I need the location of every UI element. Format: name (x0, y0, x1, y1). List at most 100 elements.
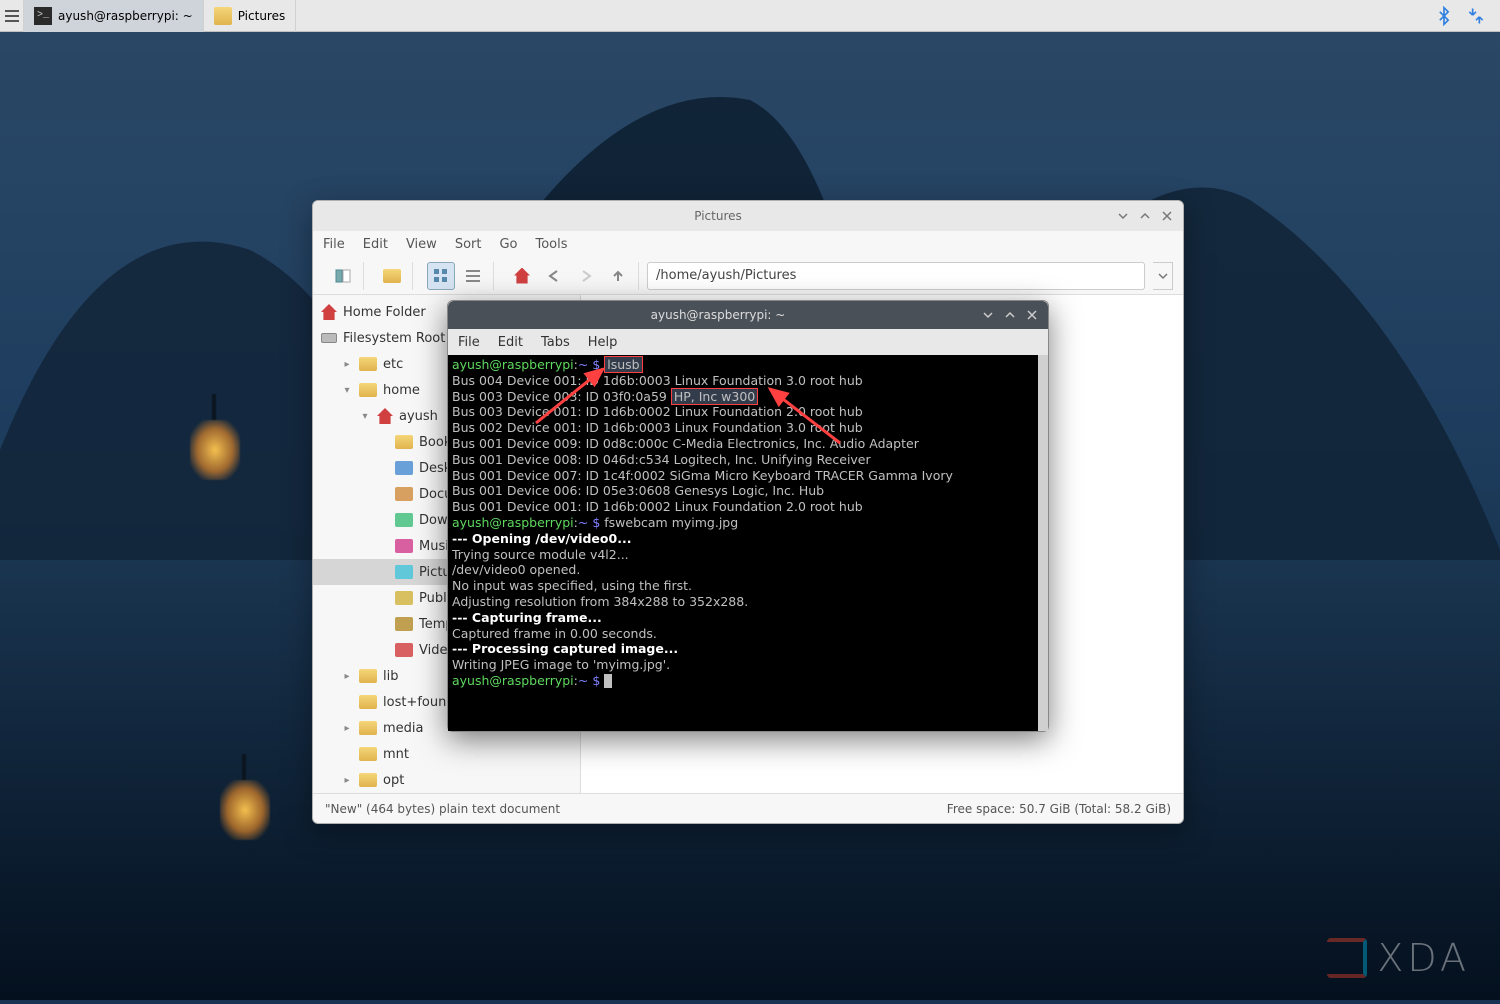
nav-forward-button[interactable] (572, 262, 600, 290)
folder-icon (395, 617, 413, 631)
terminal-line: No input was specified, using the first. (452, 578, 1044, 594)
folder-icon (395, 565, 413, 579)
fm-toolbar (313, 257, 1183, 295)
terminal-line: Bus 001 Device 007: ID 1c4f:0002 SiGma M… (452, 468, 1044, 484)
terminal-line: Bus 003 Device 001: ID 1d6b:0002 Linux F… (452, 404, 1044, 420)
nav-back-button[interactable] (540, 262, 568, 290)
nav-up-button[interactable] (604, 262, 632, 290)
fm-menubar: File Edit View Sort Go Tools (313, 231, 1183, 257)
xda-watermark: XDA (1327, 936, 1470, 980)
folder-icon (395, 591, 413, 605)
expand-toggle[interactable]: ▸ (341, 723, 353, 734)
folder-icon (395, 487, 413, 501)
expand-toggle[interactable]: ▸ (341, 671, 353, 682)
terminal-line: Bus 003 Device 003: ID 03f0:0a59 HP, Inc… (452, 389, 1044, 405)
fm-titlebar[interactable]: Pictures (313, 201, 1183, 231)
terminal-line: ayush@raspberrypi:~ $ lsusb (452, 357, 1044, 373)
term-menu-help[interactable]: Help (588, 335, 618, 350)
terminal-window: ayush@raspberrypi: ~ File Edit Tabs Help… (447, 300, 1049, 732)
folder-icon (395, 461, 413, 475)
term-menu-edit[interactable]: Edit (498, 335, 523, 350)
tree-item-label: ayush (399, 409, 438, 424)
terminal-line: --- Opening /dev/video0... (452, 531, 1044, 547)
term-minimize-button[interactable] (980, 307, 996, 323)
taskbar-pictures-entry[interactable]: Pictures (204, 0, 297, 32)
terminal-line: --- Capturing frame... (452, 610, 1044, 626)
tree-item-label: mnt (383, 747, 409, 762)
terminal-line: Trying source module v4l2... (452, 547, 1044, 563)
term-titlebar[interactable]: ayush@raspberrypi: ~ (448, 301, 1048, 329)
term-menubar: File Edit Tabs Help (448, 329, 1048, 355)
term-menu-tabs[interactable]: Tabs (541, 335, 570, 350)
taskbar-pictures-label: Pictures (238, 9, 286, 23)
chevron-down-icon (1158, 271, 1168, 281)
term-maximize-button[interactable] (1002, 307, 1018, 323)
terminal-line: Adjusting resolution from 384x288 to 352… (452, 594, 1044, 610)
terminal-line: Captured frame in 0.00 seconds. (452, 626, 1044, 642)
path-dropdown-button[interactable] (1153, 262, 1173, 290)
maximize-button[interactable] (1137, 208, 1153, 224)
terminal-line: ayush@raspberrypi:~ $ (452, 673, 1044, 689)
menu-icon (5, 9, 19, 23)
fm-menu-edit[interactable]: Edit (363, 237, 388, 252)
fm-menu-sort[interactable]: Sort (455, 237, 482, 252)
folder-icon (359, 383, 377, 397)
taskbar-terminal-label: ayush@raspberrypi: ~ (58, 9, 193, 23)
folder-icon (359, 669, 377, 683)
terminal-line: ayush@raspberrypi:~ $ fswebcam myimg.jpg (452, 515, 1044, 531)
folder-icon (359, 721, 377, 735)
folder-icon (395, 539, 413, 553)
app-menu-button[interactable] (0, 0, 24, 32)
sidebar-toggle-button[interactable] (329, 262, 357, 290)
expand-toggle[interactable]: ▾ (341, 385, 353, 396)
tree-item-label: opt (383, 773, 404, 788)
tree-item-label: lost+found (383, 695, 455, 710)
taskbar-terminal-entry[interactable]: >_ ayush@raspberrypi: ~ (24, 0, 204, 32)
expand-toggle[interactable]: ▸ (341, 359, 353, 370)
term-menu-file[interactable]: File (458, 335, 480, 350)
list-view-button[interactable] (459, 262, 487, 290)
terminal-line: Bus 001 Device 009: ID 0d8c:000c C-Media… (452, 436, 1044, 452)
minimize-button[interactable] (1115, 208, 1131, 224)
folder-icon (359, 357, 377, 371)
term-close-button[interactable] (1024, 307, 1040, 323)
folder-icon (395, 435, 413, 449)
fm-menu-file[interactable]: File (323, 237, 345, 252)
expand-toggle[interactable]: ▾ (359, 411, 371, 422)
fm-menu-go[interactable]: Go (499, 237, 517, 252)
close-button[interactable] (1159, 208, 1175, 224)
fm-menu-tools[interactable]: Tools (536, 237, 568, 252)
tree-item-label: lib (383, 669, 398, 684)
bluetooth-icon[interactable] (1434, 6, 1454, 26)
terminal-line: Writing JPEG image to 'myimg.jpg'. (452, 657, 1044, 673)
icon-view-button[interactable] (427, 262, 455, 290)
network-icon[interactable] (1466, 6, 1486, 26)
folder-icon (214, 7, 232, 25)
terminal-output[interactable]: ayush@raspberrypi:~ $ lsusbBus 004 Devic… (448, 355, 1048, 731)
terminal-line: Bus 001 Device 008: ID 046d:c534 Logitec… (452, 452, 1044, 468)
nav-home-button[interactable] (508, 262, 536, 290)
path-input[interactable] (647, 262, 1145, 290)
tree-item-opt[interactable]: ▸ opt (313, 767, 580, 793)
expand-toggle[interactable]: ▸ (341, 775, 353, 786)
folder-icon (359, 747, 377, 761)
new-folder-button[interactable] (378, 262, 406, 290)
folder-icon (359, 773, 377, 787)
home-icon (321, 304, 337, 320)
folder-icon (395, 643, 413, 657)
terminal-icon: >_ (34, 7, 52, 25)
tree-item-label: media (383, 721, 424, 736)
terminal-line: Bus 001 Device 006: ID 05e3:0608 Genesys… (452, 483, 1044, 499)
folder-icon (359, 695, 377, 709)
fm-statusbar: "New" (464 bytes) plain text document Fr… (313, 793, 1183, 823)
terminal-line: Bus 002 Device 001: ID 1d6b:0003 Linux F… (452, 420, 1044, 436)
terminal-line: Bus 001 Device 001: ID 1d6b:0002 Linux F… (452, 499, 1044, 515)
drive-icon (321, 333, 337, 343)
terminal-line: Bus 004 Device 001: ID 1d6b:0003 Linux F… (452, 373, 1044, 389)
tree-item-mnt[interactable]: mnt (313, 741, 580, 767)
taskbar: >_ ayush@raspberrypi: ~ Pictures (0, 0, 1500, 32)
term-title: ayush@raspberrypi: ~ (456, 308, 980, 322)
tree-item-label: home (383, 383, 420, 398)
fm-menu-view[interactable]: View (406, 237, 437, 252)
terminal-line: /dev/video0 opened. (452, 562, 1044, 578)
